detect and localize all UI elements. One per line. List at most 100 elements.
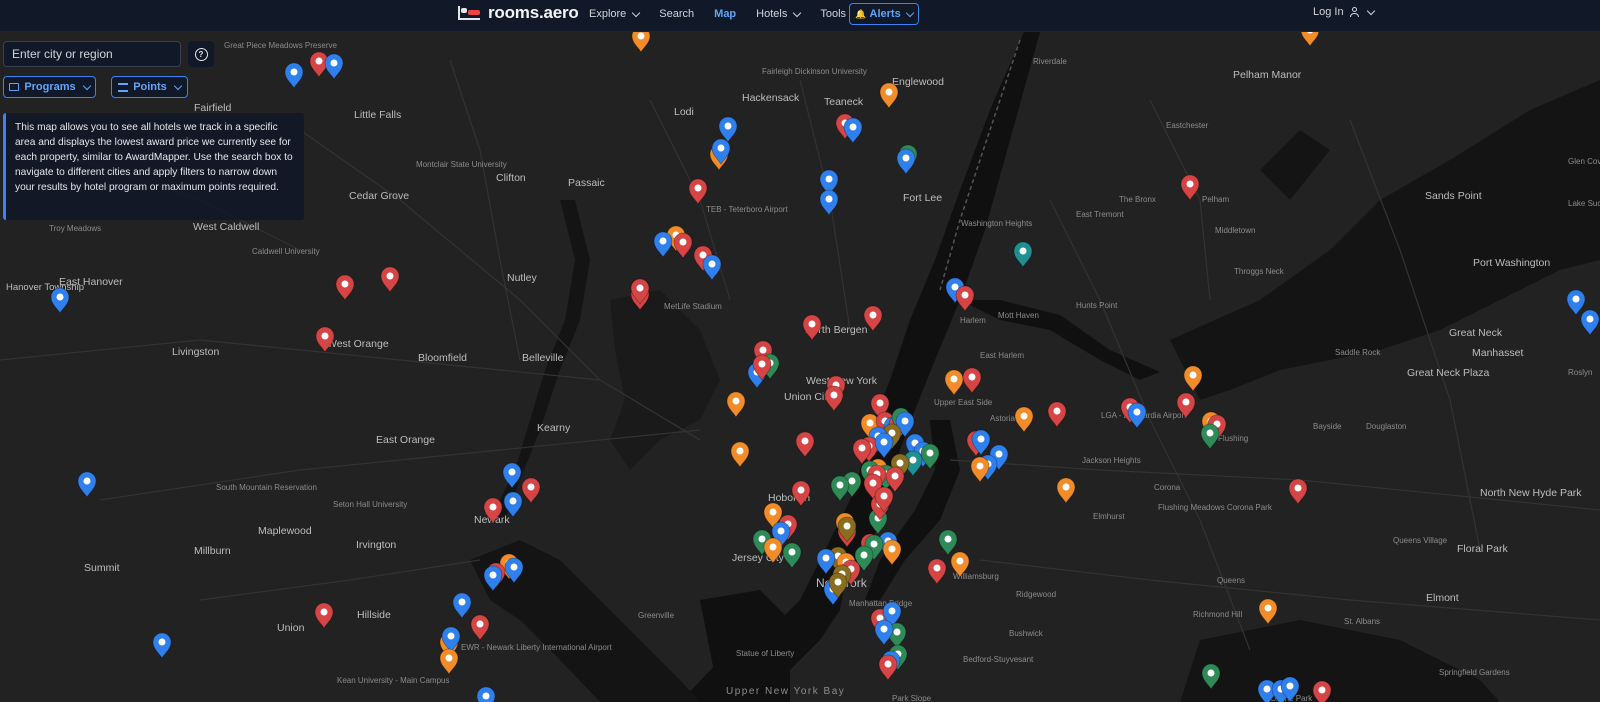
- brand-logo[interactable]: rooms.aero: [458, 3, 579, 23]
- login-label: Log In: [1313, 6, 1344, 18]
- pin-dot: [888, 607, 896, 615]
- map-label: Roslyn: [1568, 368, 1592, 377]
- pin-dot: [901, 417, 909, 425]
- city-search-input[interactable]: [3, 41, 181, 67]
- map-label: Hillside: [357, 609, 391, 621]
- main-nav: Explore Search Map Hotels Tools: [589, 0, 879, 28]
- map-label: Saddle Rock: [1335, 348, 1381, 357]
- map-label: Hackensack: [742, 92, 800, 104]
- map-label: Millburn: [194, 545, 231, 557]
- login-button[interactable]: Log In: [1313, 6, 1375, 18]
- pin-dot: [902, 154, 910, 162]
- map-label: Teaneck: [824, 96, 864, 108]
- pin-dot: [717, 144, 725, 152]
- pin-dot: [1189, 371, 1197, 379]
- pin-dot: [1264, 604, 1272, 612]
- map-label: Great Neck: [1449, 327, 1503, 339]
- map-label: Richmond Hill: [1193, 610, 1243, 619]
- pin-dot: [1133, 408, 1141, 416]
- pin-dot: [489, 503, 497, 511]
- map-label: Maplewood: [258, 525, 312, 537]
- pin-dot: [876, 399, 884, 407]
- chevron-down-icon: [905, 8, 914, 17]
- map-label: Pelham: [1202, 195, 1229, 204]
- map-label: Lodi: [674, 106, 694, 118]
- map-label: West Caldwell: [193, 221, 259, 233]
- nav-explore-label: Explore: [589, 8, 627, 20]
- map-label: Statue of Liberty: [736, 649, 794, 658]
- map-label: Upper New York Bay: [726, 686, 845, 697]
- pin-dot: [659, 237, 667, 245]
- alerts-label: Alerts: [869, 8, 901, 20]
- map-label: Jackson Heights: [1082, 456, 1141, 465]
- pin-dot: [956, 557, 964, 565]
- question-circle-icon: ?: [194, 47, 208, 61]
- pin-dot: [330, 59, 338, 67]
- pin-dot: [1572, 295, 1580, 303]
- pin-dot: [885, 88, 893, 96]
- pin-dot: [510, 563, 518, 571]
- pin-dot: [808, 320, 816, 328]
- coins-icon: [118, 82, 129, 92]
- map-label: Kean University - Main Campus: [337, 676, 449, 685]
- map-label: Douglaston: [1366, 422, 1406, 431]
- pin-dot: [1206, 429, 1214, 437]
- map-label: Ridgewood: [1016, 590, 1056, 599]
- pin-dot: [880, 492, 888, 500]
- map-label: Flushing Meadows Corona Park: [1158, 503, 1273, 512]
- pin-dot: [976, 462, 984, 470]
- pin-dot: [961, 291, 969, 299]
- pin-dot: [1053, 407, 1061, 415]
- map-label: Glen Cove: [1568, 157, 1600, 166]
- map-label: Livingston: [172, 346, 219, 358]
- pin-dot: [1062, 483, 1070, 491]
- nav-hotels[interactable]: Hotels: [756, 8, 802, 20]
- pin-dot: [825, 195, 833, 203]
- pin-dot: [482, 692, 490, 700]
- nav-search[interactable]: Search: [659, 8, 694, 20]
- points-filter-button[interactable]: Points: [111, 76, 188, 98]
- pin-dot: [888, 545, 896, 553]
- map-label: Seton Hall University: [333, 500, 407, 509]
- map-label: Irvington: [356, 539, 396, 551]
- pin-dot: [508, 468, 516, 476]
- map-label: Floral Park: [1457, 543, 1509, 555]
- pin-dot: [694, 184, 702, 192]
- programs-filter-button[interactable]: Programs: [3, 76, 96, 98]
- pin-dot: [870, 540, 878, 548]
- hotel-pin[interactable]: [476, 686, 496, 702]
- pin-dot: [320, 608, 328, 616]
- map-label: Astoria: [990, 414, 1015, 423]
- map-label: Fort Lee: [903, 192, 942, 204]
- map-label: Springfield Gardens: [1439, 668, 1510, 677]
- pin-dot: [56, 293, 64, 301]
- map-label: Union: [277, 622, 305, 634]
- pin-dot: [1294, 484, 1302, 492]
- pin-dot: [458, 598, 466, 606]
- nav-explore[interactable]: Explore: [589, 8, 641, 20]
- pin-dot: [758, 360, 766, 368]
- pin-dot: [834, 578, 842, 586]
- map-label: Eastchester: [1166, 121, 1209, 130]
- pin-dot: [858, 444, 866, 452]
- nav-map[interactable]: Map: [714, 8, 736, 20]
- pin-dot: [759, 346, 767, 354]
- pin-dot: [321, 332, 329, 340]
- pin-dot: [758, 535, 766, 543]
- map-label: Throggs Neck: [1234, 267, 1285, 276]
- pin-dot: [968, 373, 976, 381]
- pin-dot: [1186, 180, 1194, 188]
- pin-dot: [825, 175, 833, 183]
- map-label: Little Falls: [354, 109, 401, 121]
- pin-dot: [637, 32, 645, 40]
- pin-dot: [527, 483, 535, 491]
- help-button[interactable]: ?: [188, 41, 214, 67]
- map-label: Manhasset: [1472, 347, 1523, 359]
- map-label: Passaic: [568, 177, 605, 189]
- map-label: Great Piece Meadows Preserve: [224, 41, 337, 50]
- pin-dot: [679, 238, 687, 246]
- alerts-button[interactable]: 🔔 Alerts: [849, 3, 919, 25]
- map-label: Park Slope: [892, 694, 932, 702]
- chevron-down-icon: [632, 8, 641, 17]
- map-label: West Orange: [327, 338, 389, 350]
